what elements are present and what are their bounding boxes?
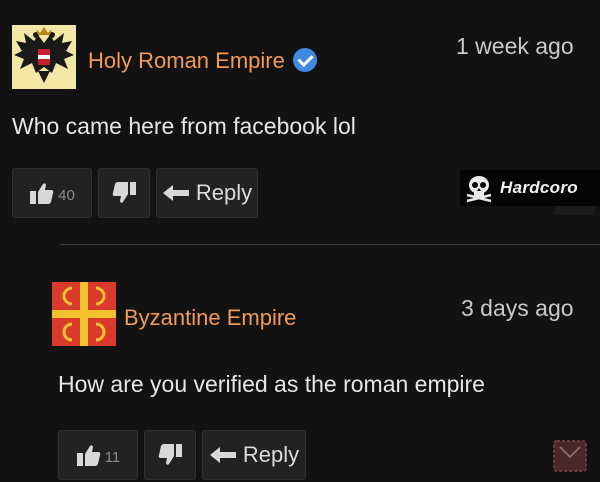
reply-arrow-icon: [209, 447, 236, 463]
reply-label: Reply: [195, 180, 253, 205]
comment-text: How are you verified as the roman empire: [58, 371, 485, 397]
verified-badge-icon: [292, 48, 317, 72]
divider: [60, 244, 600, 245]
author-name[interactable]: Holy Roman Empire: [88, 48, 317, 74]
skull-icon: [466, 176, 492, 203]
reply-arrow-icon: [162, 185, 189, 201]
timestamp: 1 week ago: [456, 33, 574, 59]
corner-logo-icon: [548, 433, 592, 482]
thumbs-down-icon: [158, 444, 182, 465]
avatar[interactable]: [12, 25, 76, 89]
comment-text: Who came here from facebook lol: [12, 113, 356, 139]
byzantine-flag-icon: [52, 282, 116, 346]
reply-button[interactable]: Reply: [202, 430, 306, 480]
reply-button[interactable]: Reply: [156, 168, 258, 218]
thumbs-down-icon: [112, 182, 136, 203]
thumbs-up-icon: [76, 445, 101, 466]
comment: Byzantine Empire 3 days ago How are you …: [0, 250, 600, 481]
like-button[interactable]: 40: [12, 168, 92, 218]
author-name[interactable]: Byzantine Empire: [124, 305, 296, 331]
thumbs-up-icon: [30, 183, 54, 204]
watermark: Hardcoro: [460, 170, 600, 206]
dislike-button[interactable]: [144, 430, 196, 480]
reply-label: Reply: [242, 442, 300, 467]
author-name-text[interactable]: Holy Roman Empire: [88, 48, 285, 73]
dislike-button[interactable]: [98, 168, 150, 218]
timestamp: 3 days ago: [461, 295, 574, 321]
double-headed-eagle-icon: [12, 25, 76, 89]
faint-tab: [555, 205, 595, 215]
watermark-label: Hardcoro: [500, 178, 578, 197]
avatar[interactable]: [52, 282, 116, 346]
like-count: 11: [104, 448, 121, 466]
like-button[interactable]: 11: [58, 430, 138, 480]
like-count: 40: [58, 186, 75, 204]
